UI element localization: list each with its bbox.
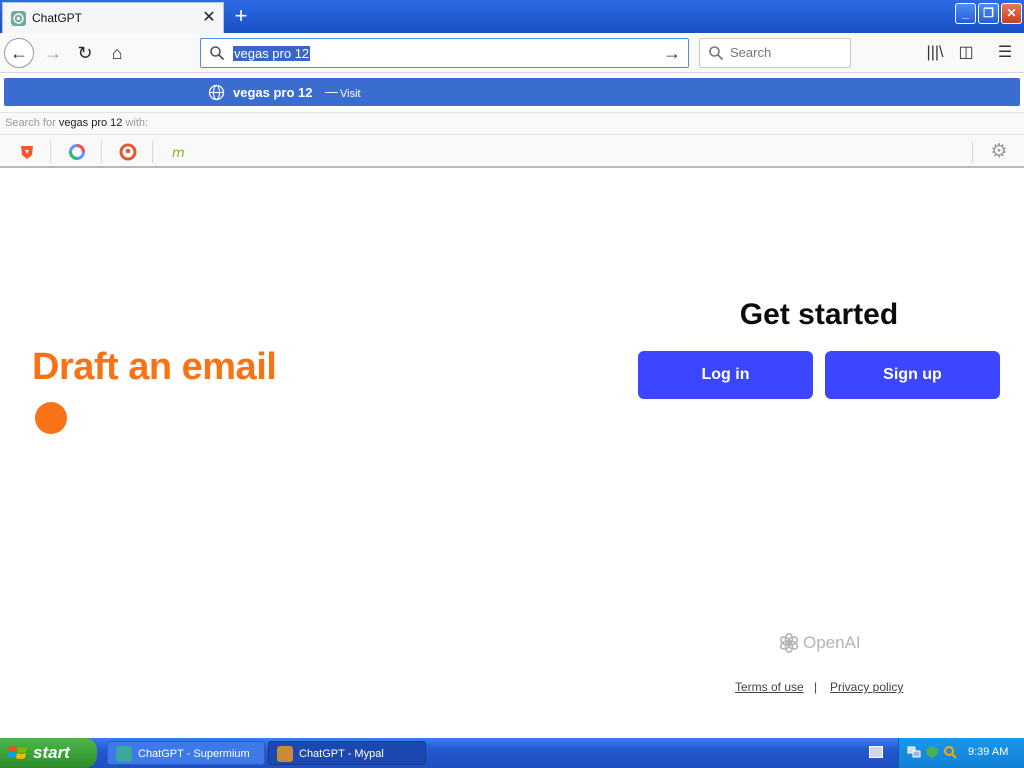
page-title: Get started	[739, 298, 899, 331]
suggestion-title: vegas pro 12	[233, 85, 313, 100]
mojeek-icon[interactable]: m	[169, 142, 189, 162]
close-icon[interactable]: ✕	[1001, 3, 1022, 24]
engine-separator	[101, 141, 102, 163]
library-icon[interactable]: |||\	[924, 42, 946, 64]
hero-text: Draft an email	[32, 346, 277, 388]
task-label: ChatGPT - Supermium	[138, 748, 250, 760]
search-with-query: vegas pro 12	[58, 117, 123, 129]
privacy-link[interactable]: Privacy policy	[830, 680, 903, 694]
forward-arrow-icon[interactable]: →	[38, 38, 68, 68]
security-icon[interactable]	[925, 745, 939, 759]
duckduckgo-icon[interactable]	[118, 142, 138, 162]
title-bar: ChatGPT ✕ + _ ❐ ✕	[0, 0, 1024, 33]
network-icon[interactable]	[907, 745, 921, 759]
sidebar-icon[interactable]: ◫	[955, 42, 977, 64]
supermium-icon	[116, 746, 132, 762]
search-with-prefix: Search for	[5, 117, 59, 129]
search-with-label: Search for vegas pro 12 with:	[0, 112, 1024, 134]
engine-separator	[152, 141, 153, 163]
navigation-bar: ← → ↻ ⌂ vegas pro 12 → |||\ ◫ ☰	[0, 33, 1024, 73]
search-icon	[709, 46, 724, 61]
go-arrow-icon[interactable]: →	[662, 43, 682, 63]
taskbar-item-supermium[interactable]: ChatGPT - Supermium	[107, 741, 265, 765]
search-tray-icon[interactable]	[943, 745, 957, 759]
url-input-value[interactable]: vegas pro 12	[233, 46, 311, 61]
home-icon[interactable]: ⌂	[102, 38, 132, 68]
search-engine-bar: m ⚙	[0, 134, 1024, 168]
plus-icon[interactable]: +	[230, 5, 252, 27]
brand-name: OpenAI	[803, 633, 861, 652]
mypal-icon	[277, 746, 293, 762]
login-button[interactable]: Log in	[638, 351, 813, 399]
browser-tab[interactable]: ChatGPT ✕	[2, 2, 224, 33]
qwant-icon[interactable]	[67, 142, 87, 162]
reload-icon[interactable]: ↻	[70, 38, 100, 68]
search-input[interactable]	[730, 45, 845, 60]
windows-logo-icon	[8, 746, 27, 759]
search-box[interactable]	[699, 38, 851, 68]
openai-logo: OpenAI	[778, 631, 868, 655]
keyboard-icon[interactable]	[869, 746, 883, 758]
footer-separator: |	[814, 680, 818, 694]
gear-icon[interactable]: ⚙	[988, 141, 1010, 163]
brave-icon[interactable]	[17, 142, 37, 162]
globe-icon	[208, 84, 225, 101]
taskbar-item-mypal[interactable]: ChatGPT - Mypal	[268, 741, 426, 765]
tab-title: ChatGPT	[32, 11, 83, 25]
minimize-icon[interactable]: _	[955, 3, 976, 24]
signup-button[interactable]: Sign up	[825, 351, 1000, 399]
taskbar: start ChatGPT - Supermium ChatGPT - Mypa…	[0, 738, 1024, 768]
terms-link[interactable]: Terms of use	[735, 680, 804, 694]
suggestion-dash: —	[325, 84, 338, 99]
url-bar[interactable]: vegas pro 12 →	[200, 38, 689, 68]
svg-text:m: m	[172, 146, 185, 161]
clock: 9:39 AM	[968, 746, 1009, 758]
chatgpt-logo-icon	[11, 11, 26, 26]
back-arrow-icon[interactable]: ←	[4, 38, 34, 68]
start-label: start	[33, 743, 70, 762]
start-button[interactable]: start	[0, 738, 97, 768]
url-suggestion-row[interactable]: vegas pro 12 — Visit	[4, 78, 1020, 106]
openai-logo-icon	[779, 633, 799, 653]
suggestion-action: Visit	[340, 88, 361, 100]
engine-separator	[972, 141, 973, 163]
search-with-suffix: with:	[122, 117, 149, 129]
engine-separator	[50, 141, 51, 163]
task-label: ChatGPT - Mypal	[299, 748, 384, 760]
menu-icon[interactable]: ☰	[994, 42, 1016, 64]
restore-icon[interactable]: ❐	[978, 3, 999, 24]
hero-dot	[35, 402, 67, 434]
search-icon	[210, 46, 225, 61]
close-tab-icon[interactable]: ✕	[200, 9, 218, 27]
